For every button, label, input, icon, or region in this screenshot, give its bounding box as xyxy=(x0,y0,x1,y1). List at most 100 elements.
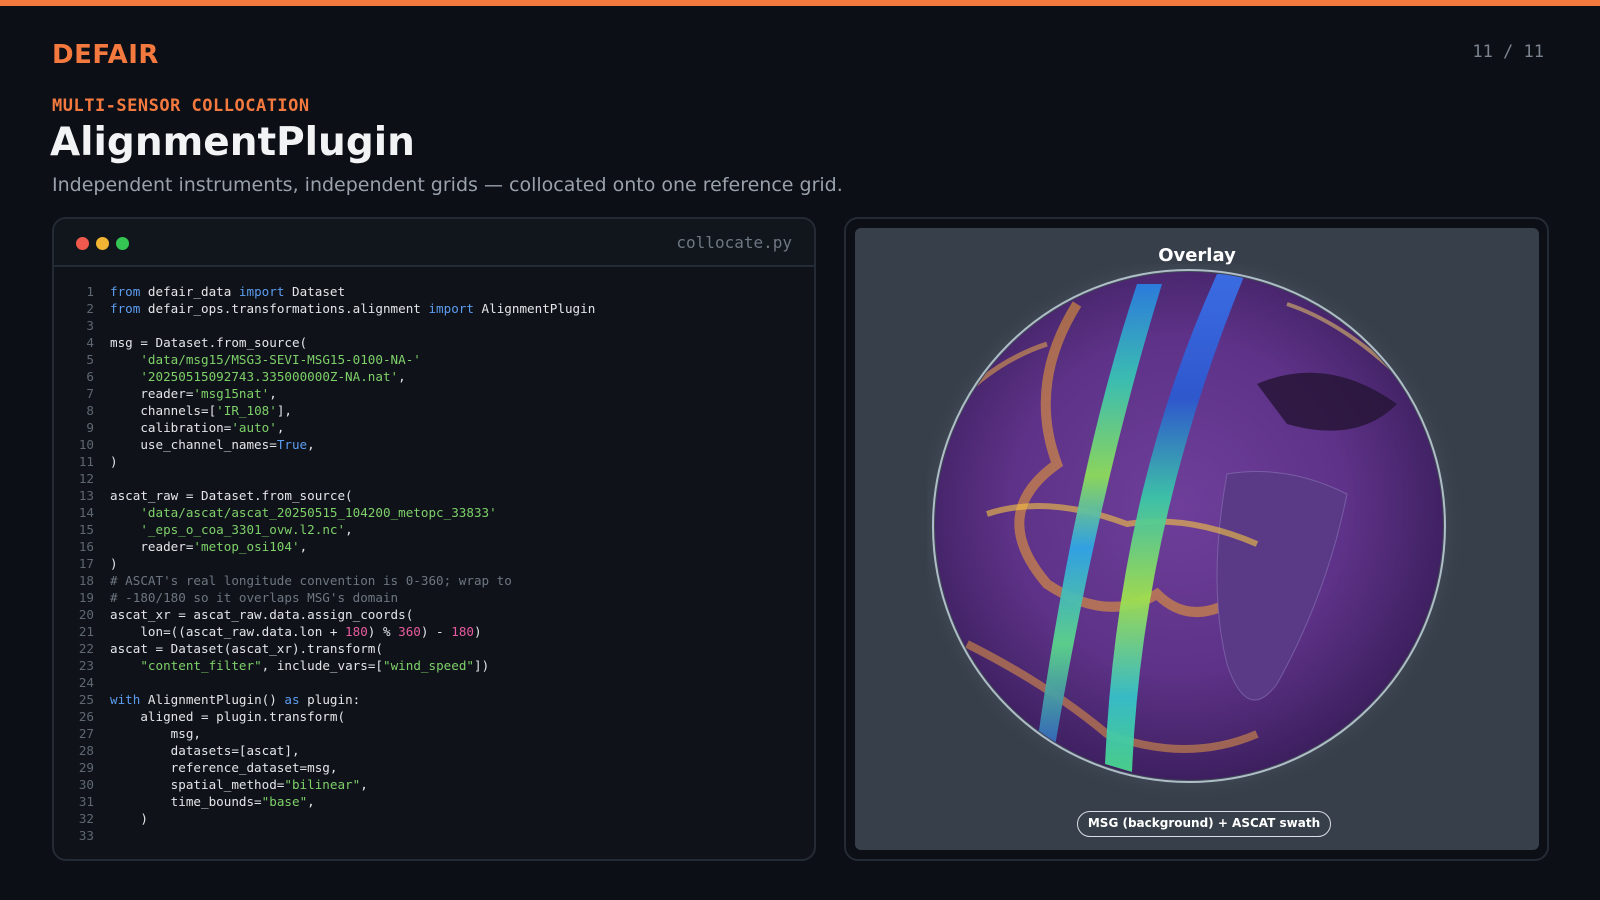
globe-overlay-image xyxy=(927,264,1465,802)
code-text: spatial_method="bilinear", xyxy=(94,776,368,793)
code-text: '20250515092743.335000000Z-NA.nat', xyxy=(94,368,406,385)
code-text: with AlignmentPlugin() as plugin: xyxy=(94,691,360,708)
code-token: 360 xyxy=(398,624,421,639)
code-text: reference_dataset=msg, xyxy=(94,759,338,776)
line-number: 31 xyxy=(78,794,94,809)
code-token: True xyxy=(276,437,308,452)
code-line: 7 reader='msg15nat', xyxy=(54,385,814,402)
code-text: ascat = Dataset(ascat_xr).transform( xyxy=(94,640,383,657)
code-line: 14 'data/ascat/ascat_20250515_104200_met… xyxy=(54,504,814,521)
code-token: defair_ops.transformations.alignment xyxy=(140,301,429,316)
code-token: from xyxy=(110,301,141,316)
line-number: 12 xyxy=(78,471,94,486)
line-number: 30 xyxy=(78,777,94,792)
code-line: 33 xyxy=(54,827,814,844)
code-line: 22 ascat = Dataset(ascat_xr).transform( xyxy=(54,640,814,657)
code-token: reader= xyxy=(110,539,194,554)
code-token: use_channel_names= xyxy=(110,437,277,452)
code-token: channels=[ xyxy=(110,403,217,418)
line-number: 9 xyxy=(86,420,94,435)
line-number: 20 xyxy=(78,607,94,622)
line-number: 3 xyxy=(86,318,94,333)
code-text: '_eps_o_coa_3301_ovw.l2.nc', xyxy=(94,521,353,538)
code-token: ) xyxy=(110,811,148,826)
code-token: reader= xyxy=(110,386,194,401)
line-number: 13 xyxy=(78,488,94,503)
code-line: 13 ascat_raw = Dataset.from_source( xyxy=(54,487,814,504)
code-text: ) xyxy=(94,453,118,470)
code-text: # ASCAT's real longitude convention is 0… xyxy=(94,572,512,589)
code-token: , xyxy=(276,420,285,435)
code-token: import xyxy=(428,301,474,316)
brand-logo: DEFAIR xyxy=(52,40,159,70)
code-text: msg, xyxy=(94,725,201,742)
code-token: AlignmentPlugin xyxy=(473,301,596,316)
code-line: 32 ) xyxy=(54,810,814,827)
line-number: 1 xyxy=(86,284,94,299)
code-token: "base" xyxy=(261,794,308,809)
line-number: 18 xyxy=(78,573,94,588)
slide-title: AlignmentPlugin xyxy=(50,120,415,165)
code-token: AlignmentPlugin() xyxy=(140,692,285,707)
page-indicator: 11 / 11 xyxy=(1472,42,1544,62)
code-token: 'IR_108' xyxy=(216,403,277,418)
code-token: '20250515092743.335000000Z-NA.nat' xyxy=(140,369,399,384)
code-line: 19 # -180/180 so it overlaps MSG's domain xyxy=(54,589,814,606)
line-number: 33 xyxy=(78,828,94,843)
code-line: 31 time_bounds="base", xyxy=(54,793,814,810)
line-number: 4 xyxy=(86,335,94,350)
code-line: 29 reference_dataset=msg, xyxy=(54,759,814,776)
code-token: ascat_xr = ascat_raw.data.assign_coords( xyxy=(110,607,414,622)
close-window-dot[interactable] xyxy=(76,237,89,250)
code-line: 17) xyxy=(54,555,814,572)
code-line: 6 '20250515092743.335000000Z-NA.nat', xyxy=(54,368,814,385)
code-text: from defair_data import Dataset xyxy=(94,283,345,300)
code-token: ]) xyxy=(474,658,490,673)
code-token: aligned = plugin.transform( xyxy=(110,709,346,724)
code-token: datasets=[ascat], xyxy=(110,743,300,758)
code-token: with xyxy=(110,692,141,707)
code-text: reader='msg15nat', xyxy=(94,385,277,402)
minimize-window-dot[interactable] xyxy=(96,237,109,250)
code-editor-window: collocate.py 1 from defair_data import Da… xyxy=(52,217,816,861)
code-line: 8 channels=['IR_108'], xyxy=(54,402,814,419)
code-token: 'auto' xyxy=(231,420,277,435)
editor-filename: collocate.py xyxy=(676,233,792,252)
code-token: calibration= xyxy=(110,420,232,435)
line-number: 25 xyxy=(78,692,94,707)
code-line: 18 # ASCAT's real longitude convention is… xyxy=(54,572,814,589)
code-text: ) xyxy=(94,810,148,827)
code-text: use_channel_names=True, xyxy=(94,436,314,453)
code-token: from xyxy=(110,284,141,299)
code-text: "content_filter", include_vars=["wind_sp… xyxy=(94,657,489,674)
code-token: as xyxy=(284,692,300,707)
code-line: 11) xyxy=(54,453,814,470)
line-number: 6 xyxy=(86,369,94,384)
code-line: 10 use_channel_names=True, xyxy=(54,436,814,453)
code-token: , xyxy=(299,539,308,554)
code-token: reference_dataset=msg, xyxy=(110,760,338,775)
code-token: ) xyxy=(473,624,482,639)
code-token: "bilinear" xyxy=(284,777,361,792)
line-number: 7 xyxy=(86,386,94,401)
code-text: ascat_xr = ascat_raw.data.assign_coords( xyxy=(94,606,413,623)
figure-canvas: Overlay MSG (background) + ASCAT swath xyxy=(855,228,1539,850)
maximize-window-dot[interactable] xyxy=(116,237,129,250)
code-text: ascat_raw = Dataset.from_source( xyxy=(94,487,353,504)
line-number: 19 xyxy=(78,590,94,605)
code-line: 23 "content_filter", include_vars=["wind… xyxy=(54,657,814,674)
accent-bar xyxy=(0,0,1600,6)
line-number: 15 xyxy=(78,522,94,537)
code-text: calibration='auto', xyxy=(94,419,284,436)
code-token: # -180/180 so it overlaps MSG's domain xyxy=(110,590,399,605)
line-number: 11 xyxy=(78,454,94,469)
code-token: , xyxy=(345,522,353,537)
code-text: time_bounds="base", xyxy=(94,793,315,810)
code-line: 26 aligned = plugin.transform( xyxy=(54,708,814,725)
code-token: , xyxy=(398,369,406,384)
